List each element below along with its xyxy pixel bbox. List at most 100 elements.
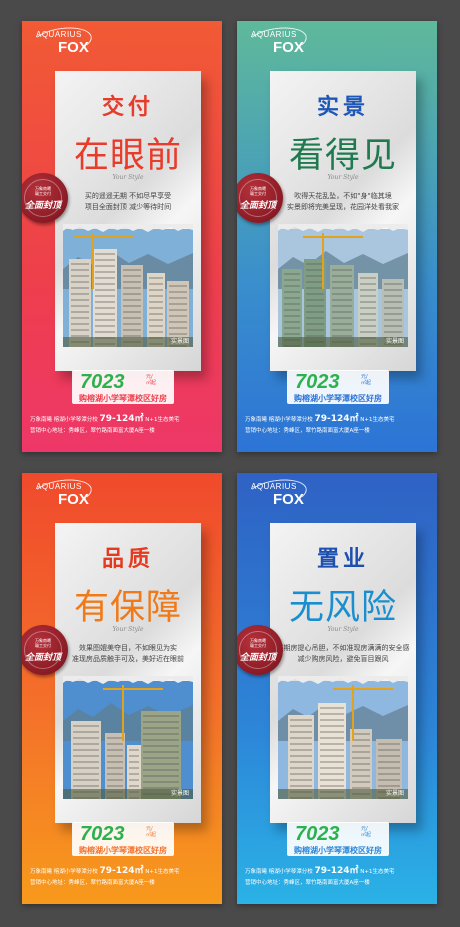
poster-no-risk: AQUARIUS FOX 置业 无风险 Your Style 买期房提心吊胆，不… — [237, 473, 437, 904]
description-line: 准现房品质触手可及，美好近在眼前 — [72, 655, 184, 663]
description-line: 吹得天花乱坠，不如"身"临其境 — [294, 192, 392, 200]
description-line: 买的遥遥无期 不如尽早享受 — [84, 192, 172, 200]
price-unit-line: ㎡起 — [361, 380, 372, 386]
seal-subtext-line: 赣工交付 — [250, 191, 266, 196]
seal-subtext-line: 赣工交付 — [35, 643, 51, 648]
brand-logo: AQUARIUS FOX — [245, 23, 309, 59]
script-text: Your Style — [112, 174, 144, 181]
price-value: 7023 — [295, 823, 340, 845]
price-unit-line: ㎡起 — [361, 832, 372, 838]
info-line-2: 营销中心地址：秀峰区，翠竹路南面富大厦A座一楼 — [245, 880, 370, 886]
seal-text: 全面封顶 — [24, 653, 61, 663]
info-area: 79-124㎡ — [314, 414, 359, 424]
building-photo — [63, 681, 193, 799]
info-line-1: 万象南曦 榕湖小学琴潭分校 79-124㎡ N+1生态美宅 — [245, 866, 435, 878]
brand-logo: AQUARIUS FOX — [245, 475, 309, 511]
school-slogan: 购榕湖小学琴潭校区好房 — [294, 846, 382, 855]
building-photo — [278, 681, 408, 799]
building-photo — [278, 229, 408, 347]
info-feature: N+1生态美宅 — [360, 869, 395, 875]
price-value: 7023 — [295, 371, 340, 393]
price-unit-line: ㎡起 — [146, 832, 157, 838]
headline-large: 在眼前 — [73, 136, 182, 176]
info-line-2: 营销中心地址：秀峰区，翠竹路南面富大厦A座一楼 — [245, 428, 370, 434]
headline-large: 有保障 — [73, 588, 182, 628]
seal-subtext-line: 赣工交付 — [250, 643, 266, 648]
torn-paper-edge — [63, 224, 193, 232]
price-box: 7023 元/ ㎡起 购榕湖小学琴潭校区好房 — [72, 370, 174, 404]
price-value: 7023 — [80, 823, 125, 845]
torn-paper-edge — [63, 676, 193, 684]
headline-small: 置业 — [316, 547, 369, 572]
info-line-2: 营销中心地址：秀峰区，翠竹路南面富大厦A座一楼 — [30, 880, 155, 886]
info-project: 万象南曦 榕湖小学琴潭分校 — [30, 417, 98, 423]
photo-caption: 实景图 — [385, 790, 404, 797]
school-slogan: 购榕湖小学琴潭校区好房 — [294, 394, 382, 403]
poster-delivery: AQUARIUS FOX 交付 在眼前 Your Style 买的遥遥无期 不如… — [22, 21, 222, 452]
description-line: 项目全面封顶 减少等待时间 — [84, 203, 172, 211]
info-project: 万象南曦 榕湖小学琴潭分校 — [245, 869, 313, 875]
photo-caption: 实景图 — [170, 338, 189, 345]
torn-paper-edge — [278, 676, 408, 684]
price-unit: 元/ ㎡起 — [361, 374, 371, 386]
project-info: 万象南曦 榕湖小学琴潭分校 79-124㎡ N+1生态美宅 营销中心地址：秀峰区… — [245, 866, 435, 889]
school-slogan: 购榕湖小学琴潭校区好房 — [79, 846, 167, 855]
seal-subtext: 万象南曦 赣工交付 — [22, 186, 68, 196]
script-text: Your Style — [327, 626, 359, 633]
description: 吹得天花乱坠，不如"身"临其境 实景即将完美呈现，花园洋处看我家 — [270, 191, 416, 213]
brand-logo: AQUARIUS FOX — [30, 475, 94, 511]
seal-text: 全面封顶 — [239, 653, 276, 663]
seal-subtext: 万象南曦 赣工交付 — [237, 186, 283, 196]
price-box: 7023 元/ ㎡起 购榕湖小学琴潭校区好房 — [72, 822, 174, 856]
price-unit-line: ㎡起 — [146, 380, 157, 386]
description: 效果图媲美夺目，不如眼见为实 准现房品质触手可及，美好近在眼前 — [55, 643, 201, 665]
seal-subtext-line: 赣工交付 — [35, 191, 51, 196]
headline-small: 品质 — [101, 547, 154, 572]
script-text: Your Style — [327, 174, 359, 181]
info-line-1: 万象南曦 榕湖小学琴潭分校 79-124㎡ N+1生态美宅 — [245, 414, 435, 426]
brand-logo: AQUARIUS FOX — [30, 23, 94, 59]
headline-large: 看得见 — [288, 136, 397, 176]
headline-card: 实景 看得见 Your Style 吹得天花乱坠，不如"身"临其境 实景即将完美… — [270, 71, 416, 371]
info-line-1: 万象南曦 榕湖小学琴潭分校 79-124㎡ N+1生态美宅 — [30, 414, 220, 426]
headline-card: 交付 在眼前 Your Style 买的遥遥无期 不如尽早享受 项目全面封顶 减… — [55, 71, 201, 371]
poster-real-scene: AQUARIUS FOX 实景 看得见 Your Style 吹得天花乱坠，不如… — [237, 21, 437, 452]
info-project: 万象南曦 榕湖小学琴潭分校 — [245, 417, 313, 423]
seal-text: 全面封顶 — [24, 201, 61, 211]
info-feature: N+1生态美宅 — [360, 417, 395, 423]
description-line: 效果图媲美夺目，不如眼见为实 — [79, 644, 177, 652]
price-box: 7023 元/ ㎡起 购榕湖小学琴潭校区好房 — [287, 822, 389, 856]
info-area: 79-124㎡ — [99, 866, 144, 876]
info-feature: N+1生态美宅 — [145, 869, 180, 875]
seal-subtext: 万象南曦 赣工交付 — [237, 638, 283, 648]
torn-paper-edge — [278, 224, 408, 232]
seal-subtext: 万象南曦 赣工交付 — [22, 638, 68, 648]
info-line-1: 万象南曦 榕湖小学琴潭分校 79-124㎡ N+1生态美宅 — [30, 866, 220, 878]
seal-text: 全面封顶 — [239, 201, 276, 211]
poster-quality: AQUARIUS FOX 品质 有保障 Your Style 效果图媲美夺目，不… — [22, 473, 222, 904]
price-unit: 元/ ㎡起 — [361, 826, 371, 838]
headline-card: 置业 无风险 Your Style 买期房提心吊胆，不如准现房满满的安全感 减少… — [270, 523, 416, 823]
headline-small: 实景 — [316, 95, 369, 120]
headline-card: 品质 有保障 Your Style 效果图媲美夺目，不如眼见为实 准现房品质触手… — [55, 523, 201, 823]
photo-caption: 实景图 — [170, 790, 189, 797]
building-photo — [63, 229, 193, 347]
info-line-2: 营销中心地址：秀峰区，翠竹路南面富大厦A座一楼 — [30, 428, 155, 434]
price-box: 7023 元/ ㎡起 购榕湖小学琴潭校区好房 — [287, 370, 389, 404]
headline-small: 交付 — [101, 95, 154, 120]
price-value: 7023 — [80, 371, 125, 393]
info-feature: N+1生态美宅 — [145, 417, 180, 423]
script-text: Your Style — [112, 626, 144, 633]
price-unit: 元/ ㎡起 — [146, 826, 156, 838]
description-line: 减少购房风险，避免盲目跟风 — [297, 655, 389, 663]
school-slogan: 购榕湖小学琴潭校区好房 — [79, 394, 167, 403]
price-unit: 元/ ㎡起 — [146, 374, 156, 386]
description-line: 买期房提心吊胆，不如准现房满满的安全感 — [276, 644, 410, 652]
project-info: 万象南曦 榕湖小学琴潭分校 79-124㎡ N+1生态美宅 营销中心地址：秀峰区… — [30, 414, 220, 437]
info-area: 79-124㎡ — [314, 866, 359, 876]
description: 买的遥遥无期 不如尽早享受 项目全面封顶 减少等待时间 — [55, 191, 201, 213]
description: 买期房提心吊胆，不如准现房满满的安全感 减少购房风险，避免盲目跟风 — [270, 643, 416, 665]
project-info: 万象南曦 榕湖小学琴潭分校 79-124㎡ N+1生态美宅 营销中心地址：秀峰区… — [30, 866, 220, 889]
info-area: 79-124㎡ — [99, 414, 144, 424]
description-line: 实景即将完美呈现，花园洋处看我家 — [287, 203, 399, 211]
